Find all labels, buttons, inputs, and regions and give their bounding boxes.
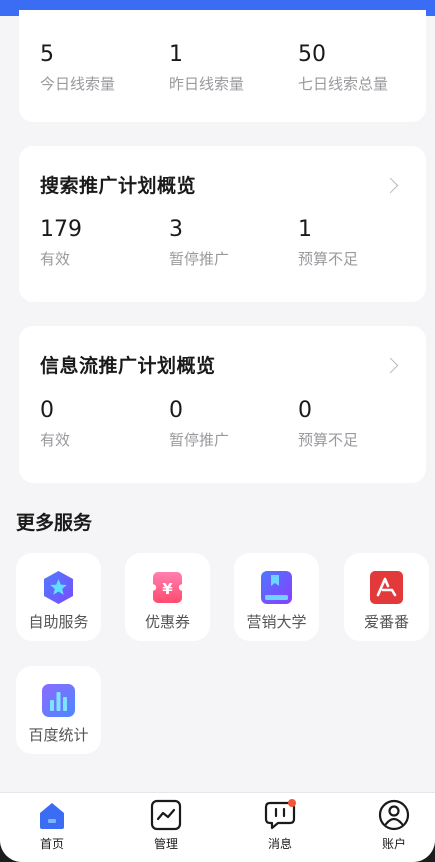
service-label: 爱番番 bbox=[363, 613, 409, 631]
tab-manage[interactable]: 管理 bbox=[126, 793, 206, 862]
more-services-title: 更多服务 bbox=[16, 512, 93, 534]
stat-value: 1 bbox=[298, 217, 312, 242]
stat-yesterday-leads: 1 昨日线索量 bbox=[169, 42, 245, 94]
stat-budget-low: 1 预算不足 bbox=[298, 217, 359, 269]
service-label: 优惠券 bbox=[144, 613, 190, 631]
stat-value: 3 bbox=[169, 217, 183, 242]
coupon-icon: ¥ bbox=[150, 572, 185, 603]
marketing-university-icon bbox=[261, 571, 292, 604]
self-service-icon bbox=[44, 571, 73, 604]
home-icon bbox=[40, 803, 64, 829]
app-screen: 5 今日线索量 1 昨日线索量 50 七日线索总量 搜索推广计划概览 179 有… bbox=[0, 0, 435, 862]
stat-value: 0 bbox=[298, 398, 312, 423]
tab-account[interactable]: 账户 bbox=[354, 793, 434, 862]
stat-value: 0 bbox=[40, 398, 54, 423]
stat-label: 有效 bbox=[40, 431, 71, 449]
chevron-right-icon[interactable] bbox=[382, 357, 399, 374]
service-baidu-stats[interactable]: 百度统计 bbox=[16, 666, 101, 754]
service-aifanfan[interactable]: 爱番番 bbox=[344, 553, 429, 641]
stat-value: 50 bbox=[298, 42, 326, 67]
stat-label: 预算不足 bbox=[298, 250, 359, 268]
tab-label: 首页 bbox=[39, 837, 64, 851]
stat-value: 5 bbox=[40, 42, 54, 67]
service-coupon[interactable]: ¥ 优惠券 bbox=[125, 553, 210, 641]
stat-today-leads: 5 今日线索量 bbox=[40, 42, 116, 94]
bottom-tab-bar: 首页 管理 消息 账户 bbox=[0, 792, 435, 862]
stat-label: 暂停推广 bbox=[169, 431, 230, 449]
tab-label: 账户 bbox=[381, 837, 406, 851]
stat-active: 0 有效 bbox=[40, 398, 71, 450]
stat-active: 179 有效 bbox=[40, 217, 82, 269]
tab-home[interactable]: 首页 bbox=[12, 793, 92, 862]
account-icon bbox=[378, 799, 410, 831]
service-label: 百度统计 bbox=[28, 726, 89, 744]
tab-label: 消息 bbox=[267, 837, 292, 851]
stat-label: 七日线索总量 bbox=[298, 75, 389, 93]
tab-label: 管理 bbox=[153, 837, 178, 851]
chevron-right-icon[interactable] bbox=[382, 177, 399, 194]
aifanfan-icon bbox=[370, 571, 403, 604]
stat-label: 昨日线索量 bbox=[169, 75, 245, 93]
stat-label: 暂停推广 bbox=[169, 250, 230, 268]
stat-value: 1 bbox=[169, 42, 183, 67]
svg-text:¥: ¥ bbox=[162, 580, 173, 598]
stat-value: 0 bbox=[169, 398, 183, 423]
search-campaign-card[interactable]: 搜索推广计划概览 179 有效 3 暂停推广 1 预算不足 bbox=[19, 146, 426, 302]
notification-badge bbox=[288, 799, 296, 807]
card-title: 搜索推广计划概览 bbox=[40, 175, 197, 197]
stat-label: 今日线索量 bbox=[40, 75, 116, 93]
stat-budget-low: 0 预算不足 bbox=[298, 398, 359, 450]
service-label: 自助服务 bbox=[28, 613, 89, 631]
stat-seven-day-leads: 50 七日线索总量 bbox=[298, 42, 389, 94]
leads-summary-card[interactable]: 5 今日线索量 1 昨日线索量 50 七日线索总量 bbox=[19, 10, 426, 122]
card-title: 信息流推广计划概览 bbox=[40, 355, 216, 377]
service-marketing-university[interactable]: 营销大学 bbox=[234, 553, 319, 641]
stat-paused: 3 暂停推广 bbox=[169, 217, 230, 269]
chart-icon bbox=[150, 799, 182, 831]
message-icon bbox=[264, 799, 296, 830]
service-label: 营销大学 bbox=[246, 613, 307, 631]
tab-messages[interactable]: 消息 bbox=[240, 793, 320, 862]
stat-paused: 0 暂停推广 bbox=[169, 398, 230, 450]
stat-label: 有效 bbox=[40, 250, 71, 268]
baidu-stats-icon bbox=[42, 684, 75, 717]
stat-label: 预算不足 bbox=[298, 431, 359, 449]
stat-value: 179 bbox=[40, 217, 82, 242]
service-self-service[interactable]: 自助服务 bbox=[16, 553, 101, 641]
feed-campaign-card[interactable]: 信息流推广计划概览 0 有效 0 暂停推广 0 预算不足 bbox=[19, 326, 426, 483]
